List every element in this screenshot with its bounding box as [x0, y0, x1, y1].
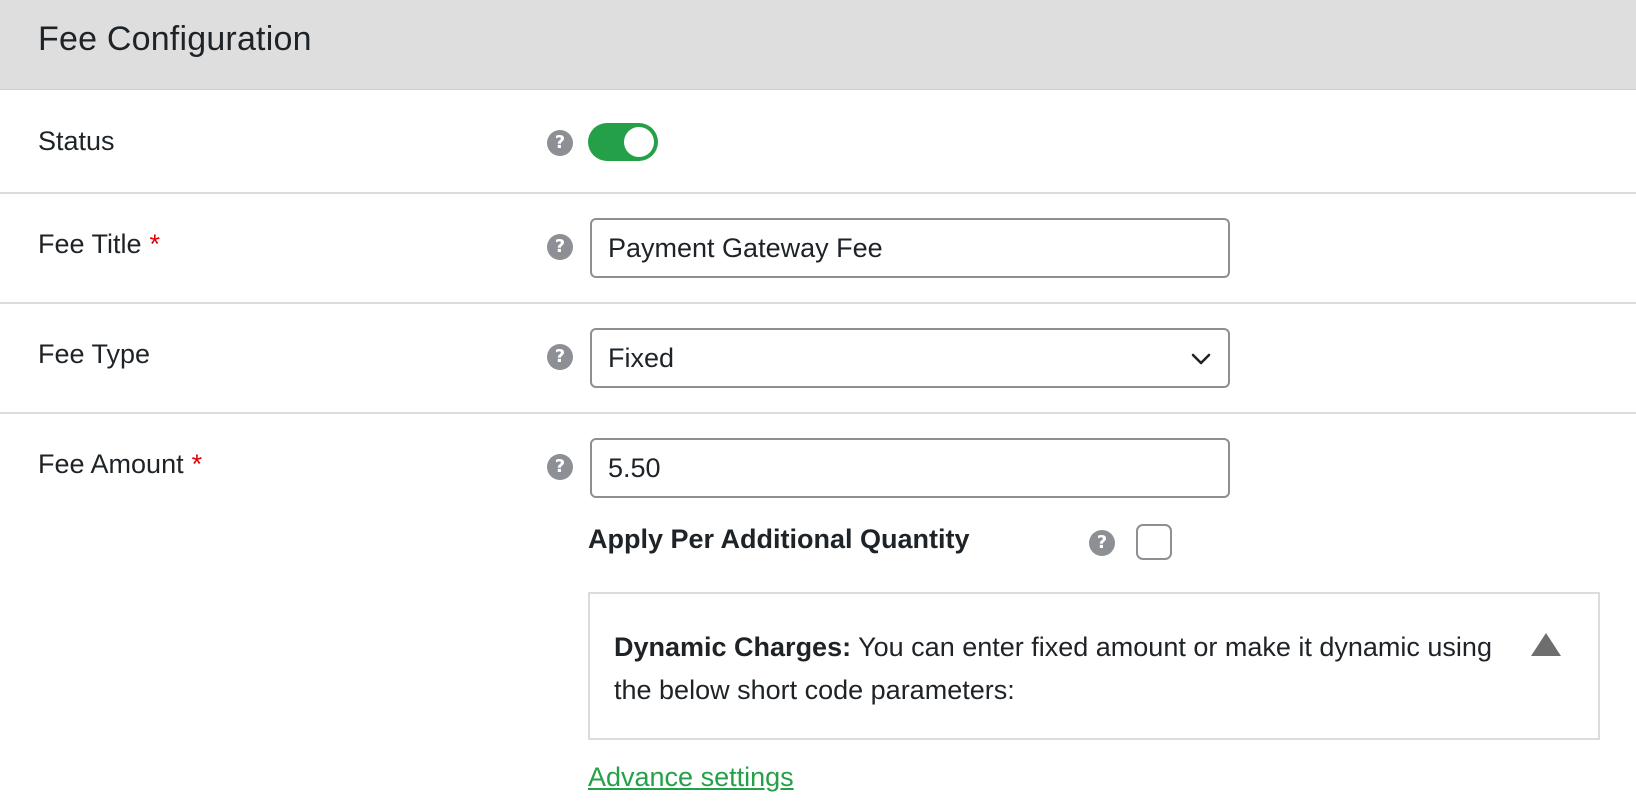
fee-title-input[interactable]: Payment Gateway Fee	[590, 218, 1230, 278]
section-title: Fee Configuration	[38, 20, 312, 58]
apply-per-quantity-help-icon[interactable]: ?	[1089, 530, 1115, 556]
status-toggle[interactable]	[588, 123, 658, 161]
advance-settings-link[interactable]: Advance settings	[588, 762, 794, 793]
fee-type-select[interactable]: Fixed	[590, 328, 1230, 388]
required-mark: *	[149, 229, 161, 259]
toggle-knob	[624, 127, 654, 157]
fee-type-selected-value: Fixed	[608, 343, 675, 373]
dynamic-charges-text: Dynamic Charges: You can enter fixed amo…	[614, 626, 1494, 712]
fee-title-label-text: Fee Title	[38, 229, 142, 259]
row-divider	[0, 192, 1636, 194]
row-divider	[0, 412, 1636, 414]
fee-type-label: Fee Type	[38, 339, 151, 369]
fee-amount-label: Fee Amount *	[38, 449, 202, 480]
fee-amount-input[interactable]: 5.50	[590, 438, 1230, 498]
apply-per-quantity-label: Apply Per Additional Quantity	[588, 524, 970, 554]
apply-per-quantity-checkbox[interactable]	[1136, 524, 1172, 560]
fee-title-label: Fee Title *	[38, 229, 160, 260]
fee-type-help-icon[interactable]: ?	[547, 344, 573, 370]
fee-title-help-icon[interactable]: ?	[547, 234, 573, 260]
fee-amount-help-icon[interactable]: ?	[547, 454, 573, 480]
row-divider	[0, 302, 1636, 304]
dynamic-charges-title: Dynamic Charges:	[614, 632, 852, 662]
section-header: Fee Configuration	[0, 0, 1636, 90]
status-help-icon[interactable]: ?	[547, 130, 573, 156]
required-mark: *	[191, 449, 203, 479]
status-label: Status	[38, 126, 115, 156]
chevron-down-icon	[1191, 353, 1211, 365]
collapse-triangle-icon[interactable]	[1529, 630, 1563, 660]
dynamic-charges-panel: Dynamic Charges: You can enter fixed amo…	[588, 592, 1600, 740]
fee-amount-label-text: Fee Amount	[38, 449, 184, 479]
